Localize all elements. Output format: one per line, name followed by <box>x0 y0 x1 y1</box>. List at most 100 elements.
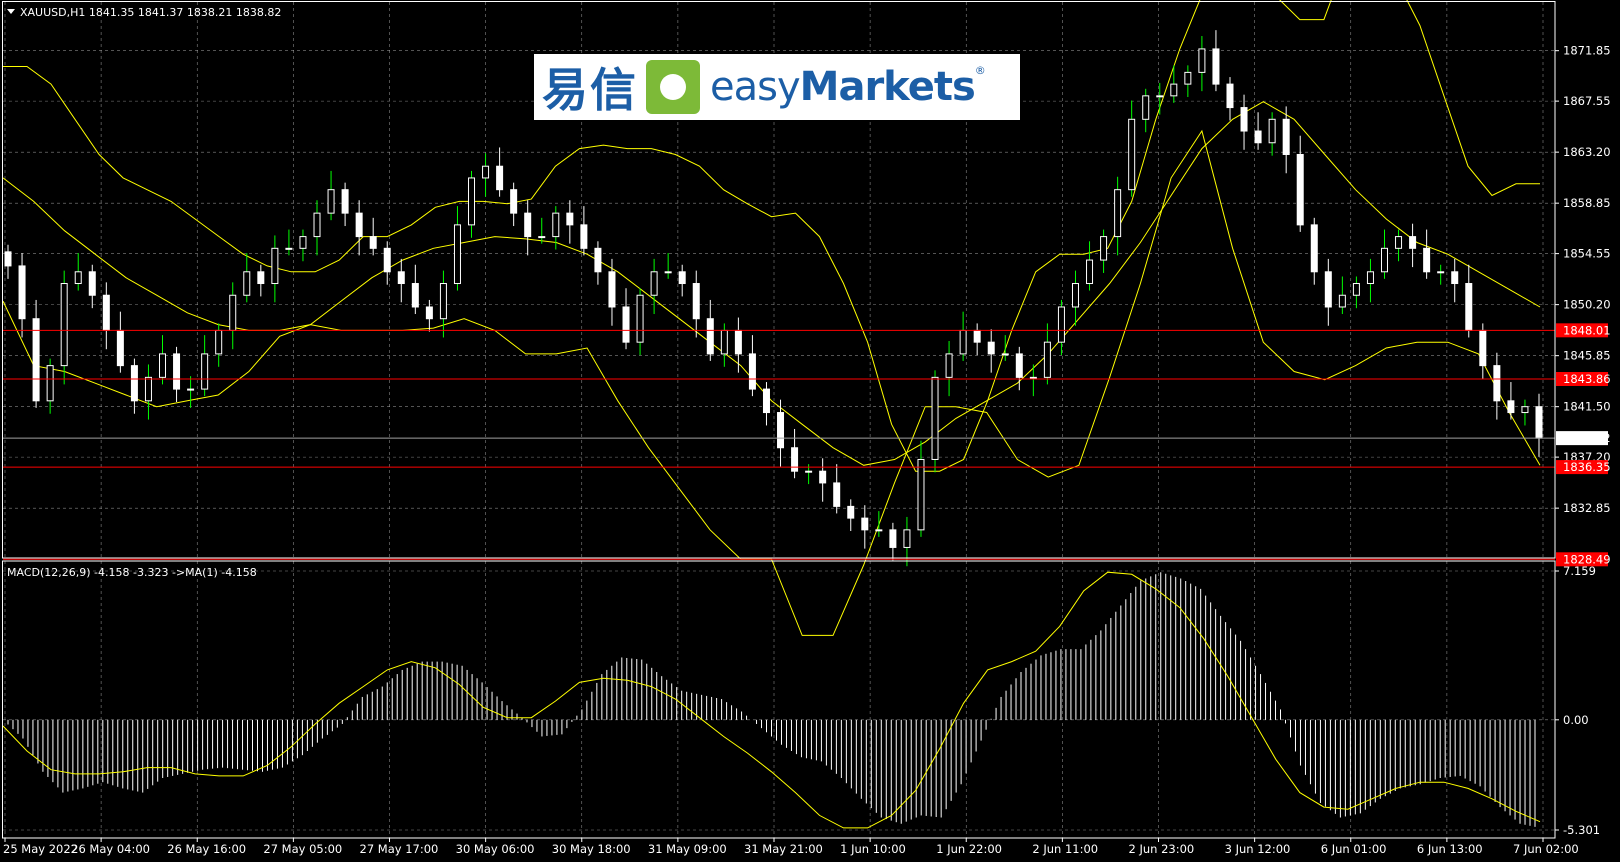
time-tick-label: 26 May 04:00 <box>71 842 150 856</box>
candle-body <box>706 318 714 355</box>
candle-body <box>959 329 967 355</box>
candle-body <box>1226 83 1234 109</box>
candle-body <box>1142 95 1150 120</box>
candle-body <box>1240 107 1248 132</box>
price-tick-label: 1863.20 <box>1563 145 1611 159</box>
time-tick-label: 6 Jun 01:00 <box>1321 842 1387 856</box>
price-axis[interactable]: 1871.85 1867.55 1863.20 1858.85 1854.55 1850.… <box>1555 44 1611 567</box>
candle-body <box>510 189 518 214</box>
candle-body <box>1324 271 1332 308</box>
candle-body <box>692 283 700 320</box>
price-tick-label: 1854.55 <box>1563 247 1611 261</box>
candle-body <box>650 271 658 296</box>
candle-body <box>144 376 152 402</box>
candle-body <box>1268 118 1276 144</box>
candle-body <box>1114 189 1122 238</box>
middle-band-line <box>2 101 1541 466</box>
time-tick-label: 26 May 16:00 <box>167 842 246 856</box>
time-axis[interactable]: 25 May 202226 May 04:00 26 May 16:00 27 Ma… <box>3 838 1579 856</box>
candle-body <box>355 212 363 238</box>
candle-body <box>313 212 321 238</box>
candle-body <box>1170 83 1178 97</box>
candle-body <box>1395 236 1403 249</box>
candle-body <box>1184 71 1192 85</box>
candle-body <box>566 212 574 226</box>
logo-easy-text: easy <box>710 64 801 110</box>
time-tick-label: 31 May 09:00 <box>648 842 727 856</box>
candle-body <box>327 189 335 214</box>
time-tick-label: 2 Jun 11:00 <box>1032 842 1098 856</box>
candle-body <box>594 247 602 273</box>
time-tick-label: 1 Jun 22:00 <box>936 842 1002 856</box>
candle-body <box>1535 406 1543 439</box>
candle-body <box>88 271 96 296</box>
candle-body <box>1352 283 1360 296</box>
candle-body <box>1015 353 1023 378</box>
candle-body <box>1380 247 1388 273</box>
candle-body <box>187 388 195 391</box>
price-chart[interactable]: 1871.85 1867.55 1863.20 1858.85 1854.55 1850.… <box>0 0 1620 862</box>
candle-body <box>425 306 433 320</box>
candle-body <box>973 329 981 343</box>
price-tick-label: 1867.55 <box>1563 94 1611 108</box>
candle-body <box>1366 271 1374 285</box>
candle-body <box>805 470 813 473</box>
candle-body <box>678 271 686 285</box>
candle-body <box>917 458 925 531</box>
candle-body <box>1310 224 1318 273</box>
candle-body <box>439 283 447 320</box>
logo-cn-text: 易信 <box>542 63 638 117</box>
candle-body <box>819 470 827 484</box>
time-tick-label: 30 May 06:00 <box>456 842 535 856</box>
candle-body <box>1282 118 1290 155</box>
macd-tick-label: 0.00 <box>1563 713 1589 727</box>
candle-body <box>257 271 265 285</box>
candle-body <box>369 236 377 249</box>
candle-body <box>987 341 995 355</box>
candle-body <box>1493 365 1501 402</box>
candle-body <box>931 376 939 460</box>
candle-body <box>1212 48 1220 85</box>
candle-body <box>243 271 251 296</box>
time-tick-label: 30 May 18:00 <box>552 842 631 856</box>
macd-info-label: MACD(12,26,9) -4.158 -3.323 ->MA(1) -4.1… <box>7 566 257 579</box>
candle-body <box>1043 341 1051 378</box>
candle-body <box>1423 247 1431 273</box>
candle-body <box>524 212 532 238</box>
candle-body <box>1338 294 1346 308</box>
candle-body <box>102 294 110 331</box>
time-tick-label: 25 May 2022 <box>3 842 78 856</box>
candle-body <box>791 447 799 472</box>
candle-body <box>748 353 756 390</box>
candle-body <box>1507 400 1515 414</box>
candle-body <box>1451 271 1459 285</box>
time-tick-label: 6 Jun 13:00 <box>1417 842 1483 856</box>
candle-body <box>130 365 138 402</box>
candle-body <box>1198 48 1206 73</box>
macd-axis[interactable]: 7.159 0.00 -5.301 <box>1555 564 1600 837</box>
candle-body <box>1071 283 1079 308</box>
time-tick-label: 27 May 05:00 <box>263 842 342 856</box>
macd-signal-line <box>2 571 1541 829</box>
candle-body <box>411 283 419 308</box>
time-tick-label: 1 Jun 10:00 <box>840 842 906 856</box>
candle-body <box>847 505 855 519</box>
price-tick-label: 1871.85 <box>1563 44 1611 58</box>
candle-body <box>74 271 82 285</box>
candle-body <box>777 412 785 449</box>
chart-menu-triangle-icon[interactable] <box>7 9 15 14</box>
time-tick-label: 31 May 21:00 <box>744 842 823 856</box>
candle-body <box>580 224 588 249</box>
candle-body <box>1254 130 1262 144</box>
candle-body <box>1521 406 1529 414</box>
candle-body <box>383 247 391 273</box>
candle-body <box>496 165 504 191</box>
candle-body <box>903 529 911 548</box>
candle-body <box>285 247 293 250</box>
hline-price-label: 1848.01 <box>1563 323 1611 337</box>
candle-body <box>1029 376 1037 379</box>
price-tick-label: 1850.20 <box>1563 298 1611 312</box>
candle-body <box>1465 283 1473 331</box>
candle-body <box>18 265 26 320</box>
candle-body <box>173 353 181 390</box>
